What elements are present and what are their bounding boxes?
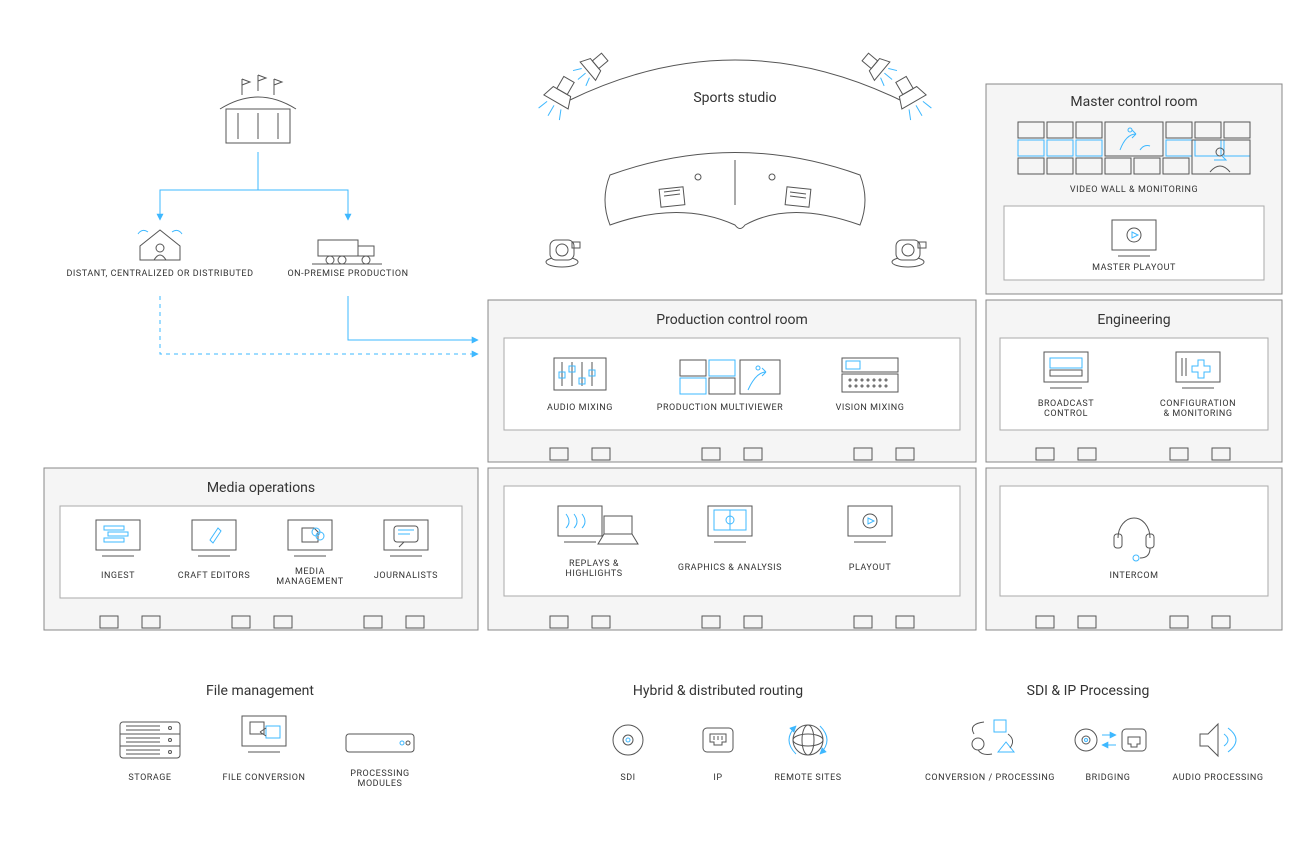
svg-text:INGEST: INGEST [101,571,135,581]
camera-left-icon [546,240,580,267]
svg-text:BRIDGING: BRIDGING [1086,773,1131,783]
pcr-panel: Production control room AUDIO MIXING PRO… [488,300,976,462]
svg-text:JOURNALISTS: JOURNALISTS [374,571,438,581]
sports-studio-title: Sports studio [693,90,776,106]
studio-desk-icon [605,153,865,229]
bridge-icon [1075,729,1146,751]
routing-title: Hybrid & distributed routing [633,683,803,699]
svg-text:FILE CONVERSION: FILE CONVERSION [223,773,306,783]
fileconv-icon [242,716,286,752]
onpremise-icon [312,240,382,264]
onpremise-label: ON-PREMISE PRODUCTION [287,269,408,279]
distant-label: DISTANT, CENTRALIZED OR DISTRIBUTED [66,269,253,279]
svg-text:VIDEO WALL & MONITORING: VIDEO WALL & MONITORING [1070,185,1198,195]
media-panel: Media operations INGEST CRAFT EDITORS ME… [44,468,478,630]
svg-text:GRAPHICS & ANALYSIS: GRAPHICS & ANALYSIS [678,563,782,573]
svg-text:Engineering: Engineering [1097,312,1170,328]
svg-text:MASTER PLAYOUT: MASTER PLAYOUT [1092,263,1176,273]
convproc-icon [972,720,1014,755]
svg-text:AUDIO PROCESSING: AUDIO PROCESSING [1172,773,1263,783]
camera-right-icon [892,240,926,267]
ip-icon [703,728,733,752]
svg-text:CONVERSION / PROCESSING: CONVERSION / PROCESSING [925,773,1055,783]
svg-text:PLAYOUT: PLAYOUT [849,563,892,573]
svg-text:Master control room: Master control room [1070,94,1197,110]
svg-text:STORAGE: STORAGE [128,773,171,783]
remote-icon [789,725,827,755]
audioproc-icon [1200,724,1236,756]
svg-text:VISION MIXING: VISION MIXING [836,403,905,413]
stadium-icon [220,75,296,143]
distant-icon [138,230,182,260]
svg-text:Media operations: Media operations [207,480,315,496]
engineering-panel: Engineering BROADCASTCONTROL CONFIGURATI… [986,300,1282,462]
svg-text:Production control room: Production control room [656,312,807,328]
intercom-panel: INTERCOM [986,468,1282,630]
svg-text:AUDIO MIXING: AUDIO MIXING [547,403,613,413]
svg-text:PRODUCTION MULTIVIEWER: PRODUCTION MULTIVIEWER [657,403,784,413]
mcr-panel: Master control room VIDEO WALL & MONITOR… [986,84,1282,294]
svg-text:REMOTE SITES: REMOTE SITES [774,773,841,783]
sdi-title: SDI & IP Processing [1027,683,1150,699]
svg-text:INTERCOM: INTERCOM [1110,571,1159,581]
svg-text:IP: IP [713,773,722,783]
svg-text:CRAFT EDITORS: CRAFT EDITORS [178,571,250,581]
pcr-panel-2: REPLAYS &HIGHLIGHTS GRAPHICS & ANALYSIS … [488,468,976,630]
svg-text:PROCESSINGMODULES: PROCESSINGMODULES [350,769,409,789]
svg-text:CONFIGURATION& MONITORING: CONFIGURATION& MONITORING [1160,399,1236,419]
svg-text:BROADCASTCONTROL: BROADCASTCONTROL [1038,399,1094,419]
svg-text:REPLAYS &HIGHLIGHTS: REPLAYS &HIGHLIGHTS [565,559,622,579]
file-title: File management [206,683,314,699]
sdi-icon [613,725,643,755]
procmod-icon [346,734,414,752]
svg-text:SDI: SDI [620,773,635,783]
storage-icon [120,722,180,758]
